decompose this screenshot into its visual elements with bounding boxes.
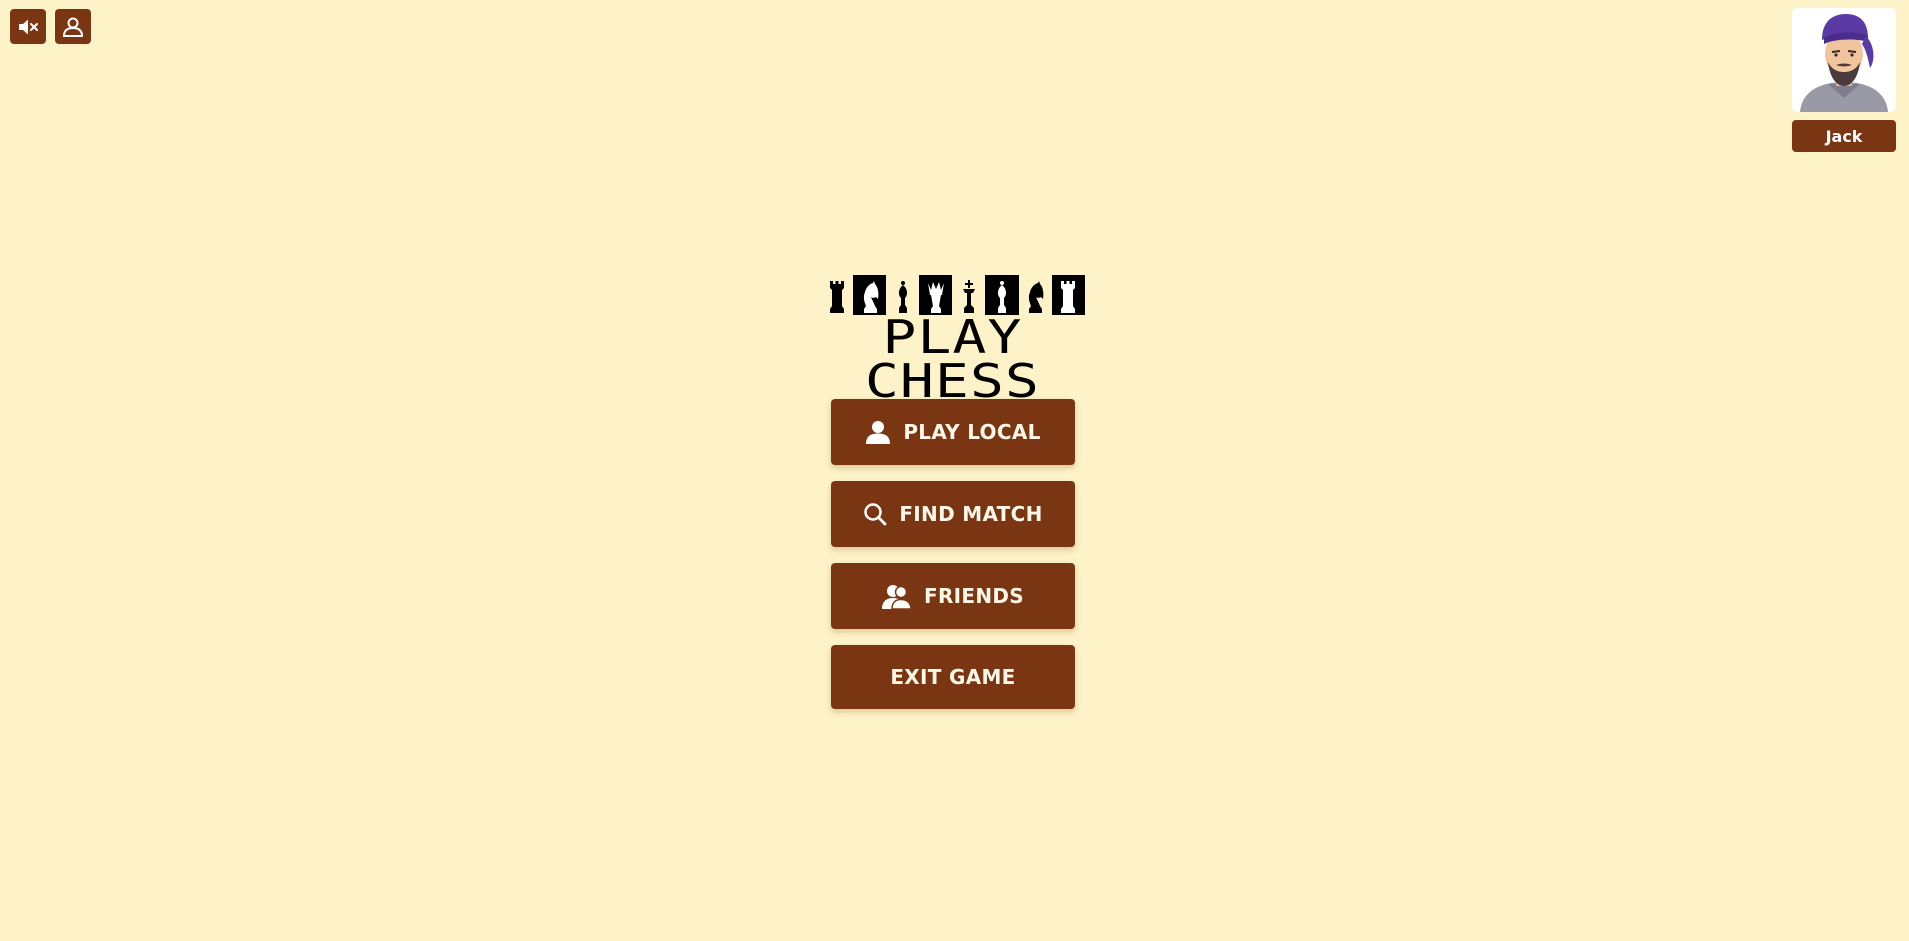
find-match-button[interactable]: FIND MATCH [831,481,1075,547]
friends-icon [881,585,912,609]
logo-bishop-square [886,275,919,315]
main-menu-screen: Jack PLAY CHESS PLAY LOCAL FIND MATCH FR… [0,0,1909,941]
friends-label: FRIENDS [923,584,1024,608]
logo-queen-square [919,275,953,315]
friends-button[interactable]: FRIENDS [831,563,1075,629]
logo-knight-square [853,275,887,315]
character-portrait [1800,14,1888,112]
user-silhouette-icon [62,17,84,37]
logo-pieces-row [820,275,1085,315]
rook-icon [829,281,844,313]
find-match-label: FIND MATCH [899,502,1043,526]
avatar[interactable] [1792,8,1896,112]
logo-rook-square [820,275,853,315]
mute-button[interactable] [10,9,46,44]
play-local-button[interactable]: PLAY LOCAL [831,399,1075,465]
logo-rook-square-2 [1051,275,1085,315]
rook-icon [1061,281,1076,313]
speaker-muted-icon [19,19,38,34]
search-icon [864,503,887,526]
game-logo: PLAY CHESS [820,275,1085,404]
logo-title: PLAY CHESS [864,310,1041,408]
profile-button[interactable] [55,9,91,44]
logo-king-square [952,275,985,315]
knight-icon [863,281,879,313]
exit-game-label: EXIT GAME [890,665,1016,689]
play-local-label: PLAY LOCAL [903,420,1041,444]
top-left-toolbar [10,9,91,44]
logo-bishop-square-2 [985,275,1019,315]
player-name: Jack [1792,120,1896,152]
exit-game-button[interactable]: EXIT GAME [831,645,1075,709]
main-menu: PLAY LOCAL FIND MATCH FRIENDS EXIT GAME [831,399,1075,709]
logo-knight-square-2 [1019,275,1052,315]
person-icon [866,421,891,444]
player-profile: Jack [1792,8,1896,152]
knight-icon [1029,281,1044,313]
